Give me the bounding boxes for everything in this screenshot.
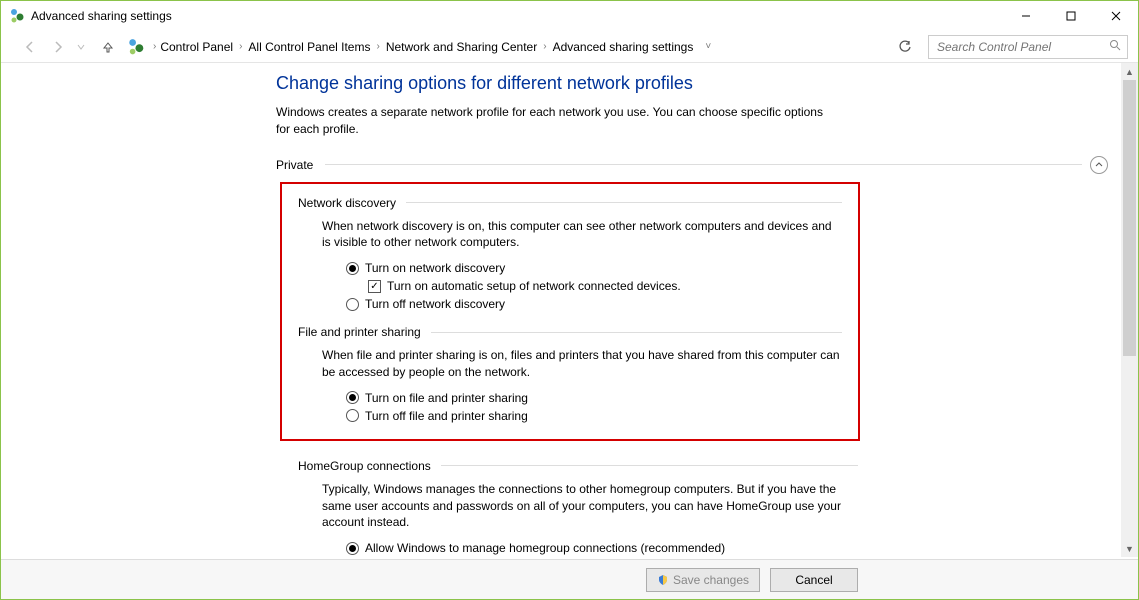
radio-label: Turn off file and printer sharing xyxy=(365,409,528,423)
vertical-scrollbar[interactable]: ▲ ▼ xyxy=(1121,63,1138,557)
collapse-icon[interactable] xyxy=(1090,156,1108,174)
title-bar: Advanced sharing settings xyxy=(1,1,1138,31)
breadcrumb-item[interactable]: All Control Panel Items xyxy=(248,40,370,54)
content-area: Change sharing options for different net… xyxy=(1,63,1138,557)
maximize-button[interactable] xyxy=(1048,1,1093,31)
divider xyxy=(441,465,858,466)
radio-turn-on-discovery[interactable]: Turn on network discovery xyxy=(346,261,842,275)
radio-label: Turn off network discovery xyxy=(365,297,505,311)
search-input[interactable] xyxy=(935,39,1109,55)
profile-label: Private xyxy=(276,158,313,172)
chevron-right-icon[interactable]: › xyxy=(153,41,156,52)
search-box[interactable] xyxy=(928,35,1128,59)
radio-label: Allow Windows to manage homegroup connec… xyxy=(365,541,725,555)
radio-icon xyxy=(346,262,359,275)
breadcrumb-icon xyxy=(127,38,145,56)
shield-icon xyxy=(657,574,669,586)
network-discovery-desc: When network discovery is on, this compu… xyxy=(322,218,842,252)
section-title: HomeGroup connections xyxy=(298,459,431,473)
file-printer-header: File and printer sharing xyxy=(298,325,842,339)
back-button[interactable] xyxy=(19,36,41,58)
chevron-right-icon[interactable]: › xyxy=(239,41,242,52)
homegroup-section: HomeGroup connections Typically, Windows… xyxy=(298,459,858,557)
divider xyxy=(431,332,842,333)
button-label: Cancel xyxy=(795,573,832,587)
checkbox-label: Turn on automatic setup of network conne… xyxy=(387,279,681,293)
radio-turn-off-file-sharing[interactable]: Turn off file and printer sharing xyxy=(346,409,842,423)
radio-turn-off-discovery[interactable]: Turn off network discovery xyxy=(346,297,842,311)
radio-allow-windows-manage[interactable]: Allow Windows to manage homegroup connec… xyxy=(346,541,858,555)
breadcrumb-item[interactable]: Advanced sharing settings xyxy=(553,40,694,54)
highlight-box: Network discovery When network discovery… xyxy=(280,182,860,441)
profile-private-header[interactable]: Private xyxy=(276,156,1108,174)
divider xyxy=(325,164,1082,165)
nav-bar: › Control Panel › All Control Panel Item… xyxy=(1,31,1138,63)
homegroup-desc: Typically, Windows manages the connectio… xyxy=(322,481,842,531)
search-icon[interactable] xyxy=(1109,39,1121,54)
close-button[interactable] xyxy=(1093,1,1138,31)
forward-button[interactable] xyxy=(47,36,69,58)
radio-label: Turn on file and printer sharing xyxy=(365,391,528,405)
checkbox-icon: ✓ xyxy=(368,280,381,293)
button-label: Save changes xyxy=(673,573,749,587)
chevron-right-icon[interactable]: › xyxy=(543,41,546,52)
divider xyxy=(406,202,842,203)
footer-bar: Save changes Cancel xyxy=(1,559,1138,599)
up-button[interactable] xyxy=(97,36,119,58)
page-heading: Change sharing options for different net… xyxy=(276,73,1108,94)
page-subtext: Windows creates a separate network profi… xyxy=(276,104,836,138)
section-title: Network discovery xyxy=(298,196,396,210)
radio-icon xyxy=(346,298,359,311)
save-changes-button[interactable]: Save changes xyxy=(646,568,760,592)
scroll-thumb[interactable] xyxy=(1123,80,1136,356)
section-title: File and printer sharing xyxy=(298,325,421,339)
breadcrumb-item[interactable]: Network and Sharing Center xyxy=(386,40,537,54)
recent-dropdown[interactable] xyxy=(75,36,87,58)
homegroup-header: HomeGroup connections xyxy=(298,459,858,473)
breadcrumb-dropdown[interactable]: ˅ xyxy=(705,41,711,52)
breadcrumb: Control Panel › All Control Panel Items … xyxy=(160,40,894,54)
refresh-button[interactable] xyxy=(894,36,916,58)
scroll-up-button[interactable]: ▲ xyxy=(1121,63,1138,80)
cancel-button[interactable]: Cancel xyxy=(770,568,858,592)
scroll-down-button[interactable]: ▼ xyxy=(1121,540,1138,557)
radio-icon xyxy=(346,391,359,404)
window-title: Advanced sharing settings xyxy=(31,9,172,23)
minimize-button[interactable] xyxy=(1003,1,1048,31)
radio-turn-on-file-sharing[interactable]: Turn on file and printer sharing xyxy=(346,391,842,405)
radio-icon xyxy=(346,409,359,422)
file-printer-desc: When file and printer sharing is on, fil… xyxy=(322,347,842,381)
network-discovery-header: Network discovery xyxy=(298,196,842,210)
app-icon xyxy=(9,8,25,24)
radio-label: Turn on network discovery xyxy=(365,261,505,275)
scroll-track[interactable] xyxy=(1121,80,1138,540)
breadcrumb-item[interactable]: Control Panel xyxy=(160,40,233,54)
window-controls xyxy=(1003,1,1138,31)
radio-icon xyxy=(346,542,359,555)
chevron-right-icon[interactable]: › xyxy=(376,41,379,52)
checkbox-auto-setup[interactable]: ✓ Turn on automatic setup of network con… xyxy=(368,279,842,293)
